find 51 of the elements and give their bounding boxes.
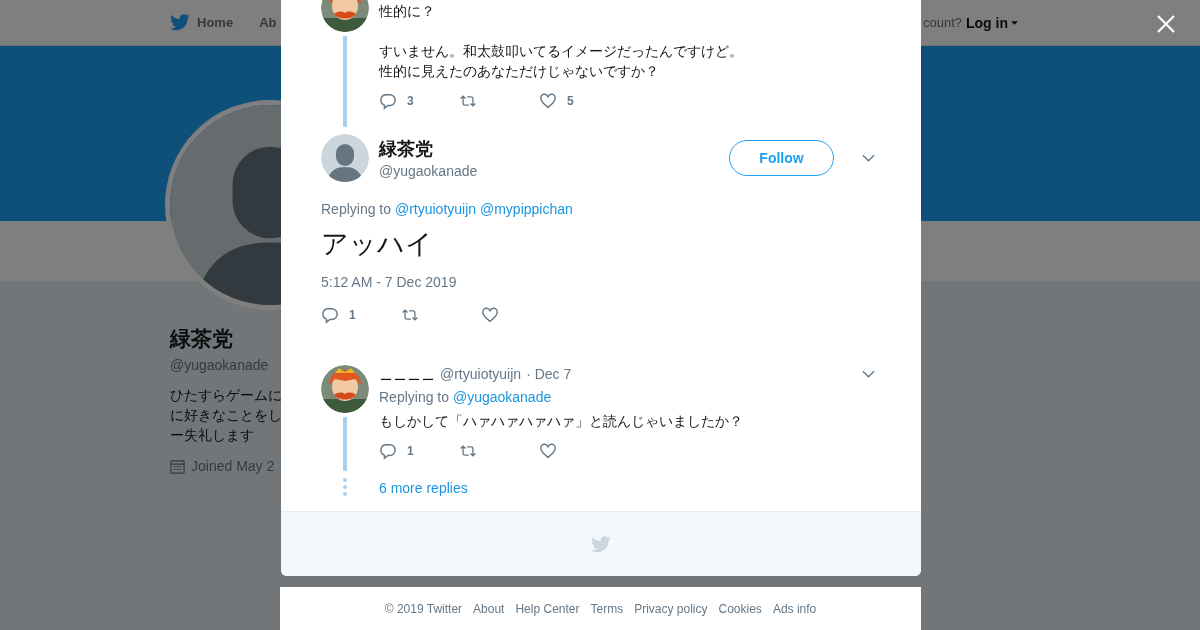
- mention-link[interactable]: @rtyuiotyuijn: [394, 201, 477, 217]
- footer-link[interactable]: Help Center: [515, 601, 580, 616]
- footer-link[interactable]: About: [473, 601, 505, 616]
- tweet-text: もしかして「ハァハァハァハァ」と読んじゃいましたか？: [379, 413, 744, 431]
- calendar-icon: [170, 458, 185, 474]
- thread-dots: [343, 478, 347, 496]
- tweet-date: · Dec 7: [526, 366, 572, 382]
- footer-link[interactable]: Privacy policy: [634, 601, 708, 616]
- joined-date: Joined May 2: [191, 458, 275, 474]
- replying-to: Replying to @rtyuiotyuijn @mypippichan: [321, 201, 574, 217]
- heart-icon[interactable]: [539, 442, 557, 460]
- caret-icon: [1011, 20, 1018, 25]
- bird-icon: [170, 14, 190, 31]
- mention-link[interactable]: @yugaokanade: [452, 389, 552, 405]
- chevron-icon[interactable]: [862, 370, 875, 378]
- reply-count: 1: [407, 444, 414, 458]
- footer-link[interactable]: Ads info: [772, 601, 817, 616]
- user-name: 緑茶党: [379, 138, 434, 161]
- chevron-icon[interactable]: [862, 154, 875, 162]
- reply-count: 3: [407, 94, 414, 108]
- user-handle: @rtyuiotyuijn: [440, 366, 522, 382]
- heart-icon[interactable]: [539, 92, 557, 110]
- mention-link[interactable]: @mypippichan: [479, 201, 573, 217]
- heart-icon[interactable]: [481, 306, 499, 324]
- nav-link[interactable]: Ab: [259, 15, 277, 30]
- default-avatar: [321, 134, 369, 182]
- tweet-text: アッハイ: [321, 228, 434, 261]
- user-name: ＿＿＿＿: [379, 365, 435, 383]
- footer-link[interactable]: Cookies: [718, 601, 762, 616]
- follow-button[interactable]: Follow: [729, 140, 834, 176]
- tweet-timestamp: 5:12 AM - 7 Dec 2019: [321, 274, 458, 290]
- replying-to: Replying to @yugaokanade: [379, 389, 553, 405]
- tweet-text: 性的に？: [379, 2, 436, 21]
- reply-count: 1: [349, 308, 356, 322]
- more-replies-link[interactable]: 6 more replies: [379, 480, 881, 496]
- account-prompt: count?: [922, 15, 962, 30]
- footer-link[interactable]: Terms: [590, 601, 624, 616]
- reply-icon[interactable]: [379, 92, 397, 110]
- nav-link[interactable]: Home: [197, 15, 234, 30]
- close-icon[interactable]: [1157, 15, 1175, 33]
- login-menu[interactable]: Log in: [966, 14, 1018, 31]
- profile-bio: ひたすらゲームに に好きなことをし ー失礼します: [170, 386, 282, 445]
- tweet-text: すいません。和太鼓叩いてるイメージだったんですけど。 性的に見えたのあなただけじゃないですか？: [379, 42, 744, 81]
- bird-icon: [591, 535, 611, 553]
- user-handle: @yugaokanade: [379, 163, 479, 179]
- profile-name: 緑茶党: [170, 326, 233, 352]
- profile-handle: @yugaokanade: [170, 357, 269, 373]
- reply-icon[interactable]: [379, 442, 397, 460]
- like-count: 5: [567, 94, 574, 108]
- reply-icon[interactable]: [321, 306, 339, 324]
- footer-link[interactable]: © 2019 Twitter: [384, 601, 463, 616]
